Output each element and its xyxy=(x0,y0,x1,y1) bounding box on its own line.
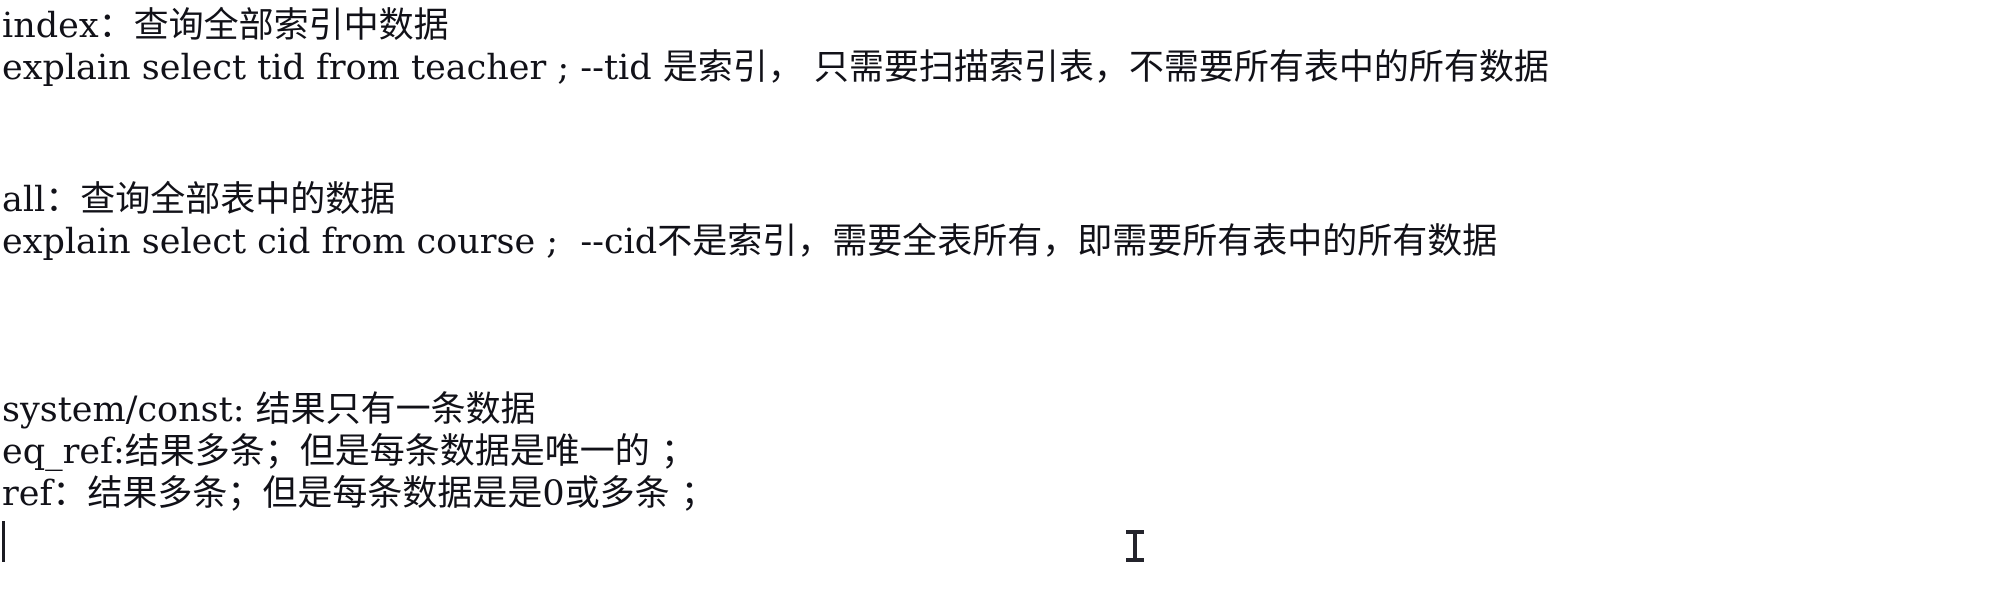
text-ibeam-cursor-icon xyxy=(1124,529,1146,563)
text-caret xyxy=(2,521,5,562)
ibeam-stem xyxy=(1133,532,1137,560)
text-line-system-const[interactable]: system/const: 结果只有一条数据 xyxy=(2,390,536,430)
text-line-ref[interactable]: ref：结果多条；但是每条数据是是0或多条 ； xyxy=(2,474,716,514)
text-line-explain-teacher[interactable]: explain select tid from teacher ; --tid … xyxy=(2,48,1549,88)
text-line-all-heading[interactable]: all：查询全部表中的数据 xyxy=(2,180,395,220)
text-line-explain-course[interactable]: explain select cid from course ; --cid不是… xyxy=(2,222,1497,262)
text-editor-canvas[interactable]: index：查询全部索引中数据 explain select tid from … xyxy=(0,0,2000,605)
text-line-eq-ref[interactable]: eq_ref:结果多条；但是每条数据是唯一的 ； xyxy=(2,432,696,472)
text-line-index-heading[interactable]: index：查询全部索引中数据 xyxy=(2,6,449,46)
ibeam-bottom-serif xyxy=(1126,558,1144,562)
